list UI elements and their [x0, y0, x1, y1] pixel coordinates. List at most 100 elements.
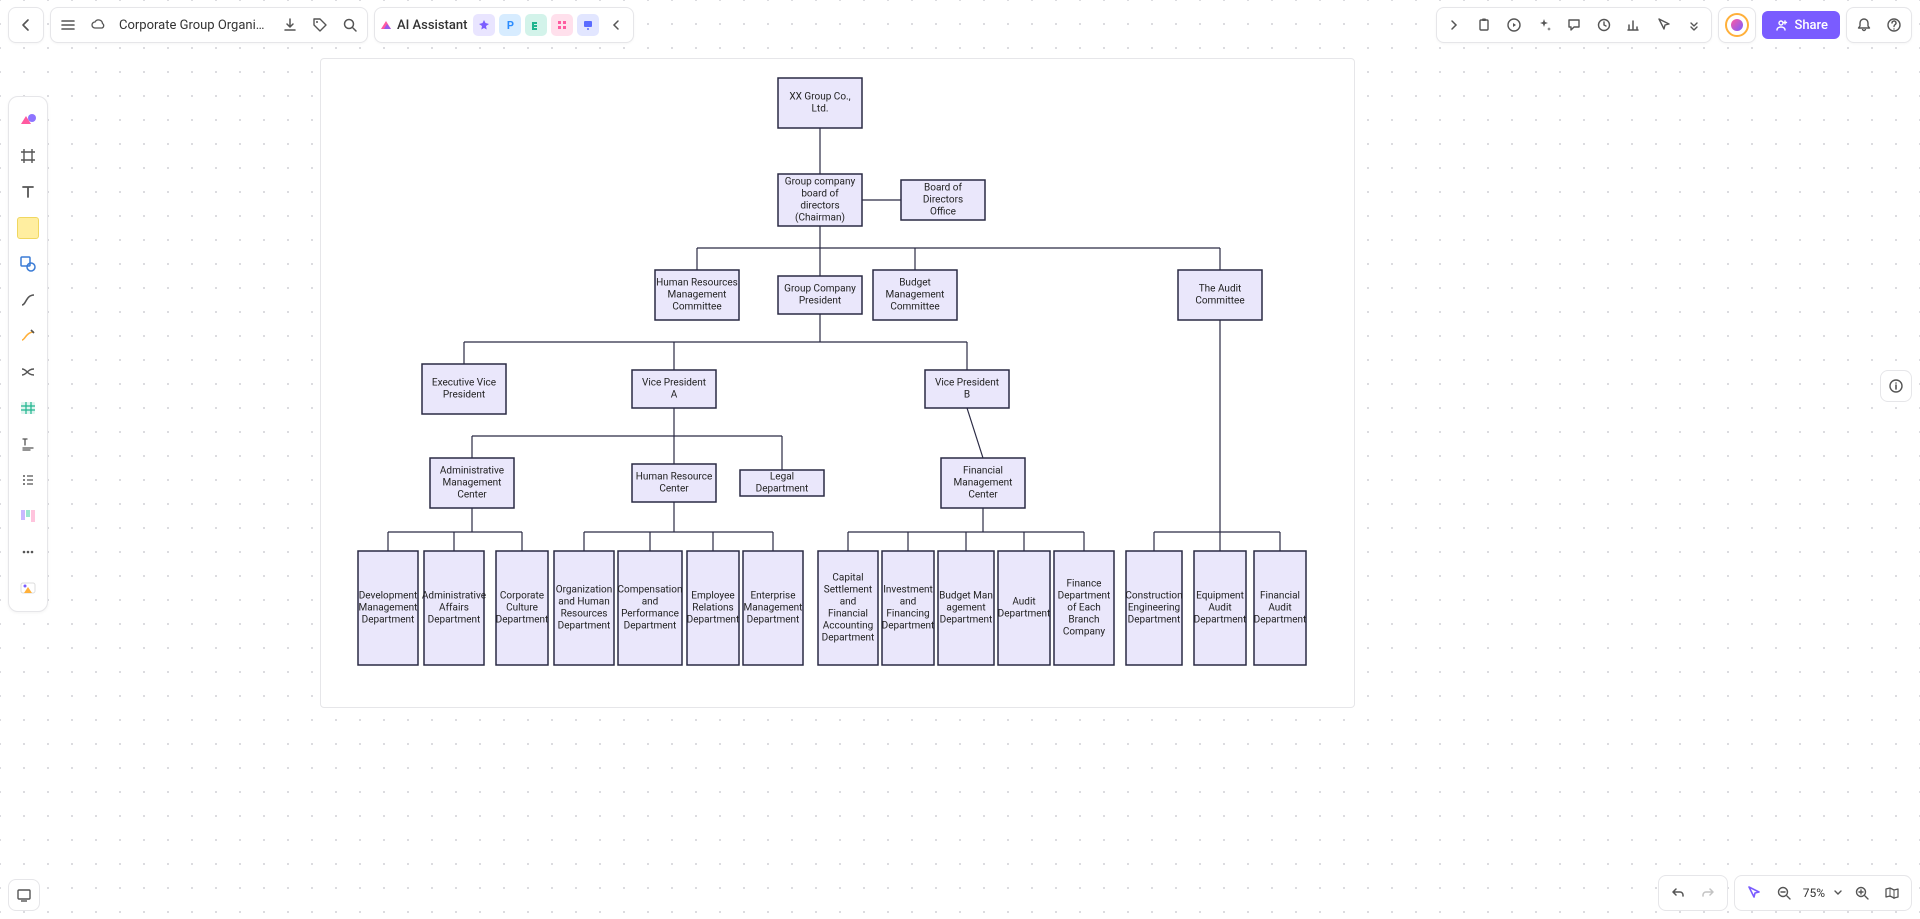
- sticky-note-tool[interactable]: [13, 211, 43, 245]
- undo-button[interactable]: [1665, 880, 1691, 906]
- cursor-mode-button[interactable]: [1651, 12, 1677, 38]
- expand-right-button[interactable]: [1441, 12, 1467, 38]
- node-label: and: [900, 597, 917, 608]
- comment-button[interactable]: [1561, 12, 1587, 38]
- ai-tool-4[interactable]: [551, 14, 573, 36]
- zoom-dropdown[interactable]: [1831, 880, 1845, 906]
- left-toolbar: [8, 96, 48, 612]
- shapes-tool[interactable]: [13, 103, 43, 137]
- redo-button[interactable]: [1695, 880, 1721, 906]
- ai-tool-5[interactable]: [577, 14, 599, 36]
- frame-tool[interactable]: [13, 139, 43, 173]
- canvas[interactable]: XX Group Co.,Ltd.Group companyboard ofdi…: [0, 0, 1920, 919]
- more-tools-button[interactable]: [1681, 12, 1707, 38]
- node-label: XX Group Co.,: [789, 92, 850, 103]
- node-label: Audit: [1268, 603, 1291, 614]
- ai-collapse-button[interactable]: [603, 12, 629, 38]
- node-label: Vice President: [642, 378, 706, 389]
- node-label: Center: [457, 490, 487, 501]
- node-label: agement: [946, 603, 985, 614]
- node-label: board of: [801, 188, 839, 200]
- slides-button[interactable]: [8, 879, 40, 911]
- templates-tool[interactable]: [13, 571, 43, 605]
- node-label: Budget: [899, 278, 931, 289]
- node-label: B: [964, 390, 970, 401]
- zoom-in-button[interactable]: [1849, 880, 1875, 906]
- node-label: and Human: [558, 597, 609, 608]
- user-avatar[interactable]: [1725, 13, 1749, 37]
- zoom-level[interactable]: 75%: [1801, 886, 1827, 900]
- node-label: Compensation: [618, 585, 683, 596]
- node-label: Directors: [923, 195, 963, 206]
- back-button[interactable]: [13, 12, 39, 38]
- sparkle-button[interactable]: [1531, 12, 1557, 38]
- node-label: Audit: [1012, 597, 1035, 608]
- node-label: Center: [659, 484, 689, 495]
- bottom-right-toolbar: 75%: [1658, 875, 1912, 911]
- node-label: Group Company: [784, 284, 856, 295]
- shape-tool[interactable]: [13, 247, 43, 281]
- node-label: Vice President: [935, 378, 999, 389]
- info-button[interactable]: [1880, 370, 1912, 402]
- node-label: Performance: [621, 608, 679, 620]
- notifications-button[interactable]: [1851, 12, 1877, 38]
- node-label: and: [642, 597, 659, 608]
- menu-button[interactable]: [55, 12, 81, 38]
- node-label: Engineering: [1128, 603, 1180, 614]
- node-label: Management: [954, 478, 1013, 489]
- node-label: Financial: [963, 466, 1003, 477]
- node-label: Financial: [828, 609, 868, 620]
- node-label: Department: [747, 615, 800, 626]
- tag-button[interactable]: [307, 12, 333, 38]
- history-button[interactable]: [1591, 12, 1617, 38]
- document-title[interactable]: Corporate Group Organiz...: [115, 18, 273, 33]
- pointer-tool[interactable]: [1741, 880, 1767, 906]
- top-toolbar: Corporate Group Organiz... AI Assistant …: [8, 8, 1912, 42]
- node-label: Culture: [506, 603, 538, 614]
- node-label: Human Resource: [636, 472, 713, 483]
- help-button[interactable]: [1881, 12, 1907, 38]
- analytics-button[interactable]: [1621, 12, 1647, 38]
- user-avatar-image: [1731, 19, 1743, 31]
- shuffle-tool[interactable]: [13, 355, 43, 389]
- list-tool[interactable]: [13, 463, 43, 497]
- ai-assistant-label[interactable]: AI Assistant: [397, 18, 469, 33]
- share-button[interactable]: Share: [1762, 11, 1840, 39]
- more-tools[interactable]: [13, 535, 43, 569]
- node-label: Development: [359, 591, 418, 602]
- map-button[interactable]: [1879, 880, 1905, 906]
- search-button[interactable]: [337, 12, 363, 38]
- node-label: Department: [687, 615, 740, 626]
- ai-tool-2[interactable]: P: [499, 14, 521, 36]
- node-label: Committee: [672, 302, 721, 313]
- ai-tool-3[interactable]: [525, 14, 547, 36]
- node-label: Construction: [1125, 591, 1182, 602]
- node-label: Department: [998, 609, 1051, 620]
- connector-tool[interactable]: [13, 283, 43, 317]
- node-label: The Audit: [1199, 284, 1242, 295]
- node-label: Organization: [556, 585, 613, 596]
- node-label: Department: [1058, 591, 1111, 602]
- play-button[interactable]: [1501, 12, 1527, 38]
- table-tool[interactable]: [13, 391, 43, 425]
- text-tool[interactable]: [13, 175, 43, 209]
- share-button-label: Share: [1794, 18, 1828, 33]
- node-label: Investment: [883, 585, 933, 596]
- node-label: Department: [1128, 615, 1181, 626]
- text-block-tool[interactable]: [13, 427, 43, 461]
- node-label: Department: [756, 484, 809, 495]
- node-label: Management: [443, 478, 502, 489]
- ai-tool-1[interactable]: [473, 14, 495, 36]
- pen-tool[interactable]: [13, 319, 43, 353]
- download-button[interactable]: [277, 12, 303, 38]
- zoom-out-button[interactable]: [1771, 880, 1797, 906]
- node-label: Department: [428, 615, 481, 626]
- node-label: and: [840, 597, 857, 608]
- node-label: Committee: [1195, 296, 1244, 307]
- kanban-tool[interactable]: [13, 499, 43, 533]
- node-label: Department: [882, 621, 935, 632]
- node-label: Finance: [1067, 579, 1102, 590]
- node-label: Department: [362, 615, 415, 626]
- node-label: Department: [940, 615, 993, 626]
- clipboard-button[interactable]: [1471, 12, 1497, 38]
